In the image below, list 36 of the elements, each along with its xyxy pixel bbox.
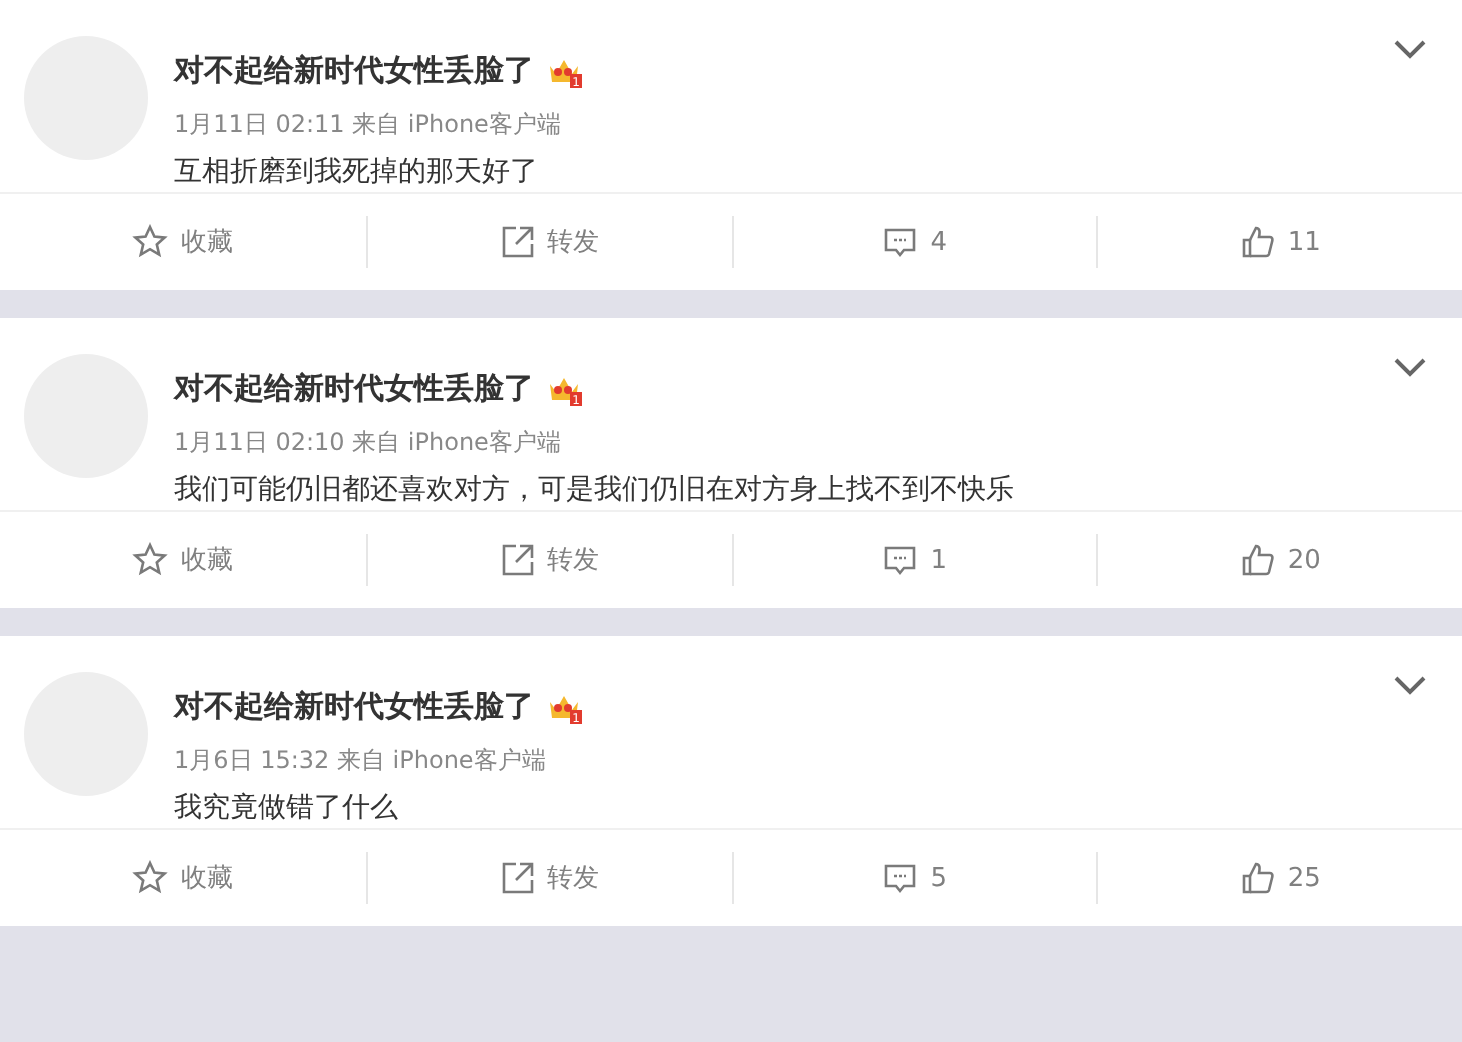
star-icon [132,542,169,578]
comment-button[interactable]: 4 [731,216,1097,268]
favorite-button[interactable]: 收藏 [0,534,366,586]
favorite-button[interactable]: 收藏 [0,216,366,268]
star-icon [132,224,169,260]
thumbs-up-icon [1239,224,1276,260]
comment-button[interactable]: 5 [731,852,1097,904]
share-icon [499,542,536,578]
thumbs-up-icon [1239,542,1276,578]
post-text: 我们可能仍旧都还喜欢对方，可是我们仍旧在对方身上找不到不快乐 [174,472,1014,508]
like-button[interactable]: 11 [1096,216,1462,268]
post-text: 互相折磨到我死掉的那天好了 [174,154,540,190]
repost-button[interactable]: 转发 [365,852,731,904]
chevron-down-icon[interactable] [1394,358,1426,378]
author-name[interactable]: 对不起给新时代女性丢脸了 [174,52,534,90]
comment-icon [882,224,919,260]
like-button[interactable]: 20 [1096,534,1462,586]
favorite-button[interactable]: 收藏 [0,852,366,904]
post-meta: 1月6日 15:32 来自 iPhone客户端 [174,744,548,778]
post-text: 我究竟做错了什么 [174,790,400,826]
comment-button[interactable]: 1 [731,534,1097,586]
comment-icon [882,542,919,578]
post-meta: 1月11日 02:10 来自 iPhone客户端 [174,426,563,460]
share-icon [499,224,536,260]
chevron-down-icon[interactable] [1394,676,1426,696]
chevron-down-icon[interactable] [1394,40,1426,60]
author-name[interactable]: 对不起给新时代女性丢脸了 [174,370,534,408]
author-name[interactable]: 对不起给新时代女性丢脸了 [174,688,534,726]
repost-button[interactable]: 转发 [365,216,731,268]
post-meta: 1月11日 02:11 来自 iPhone客户端 [174,108,563,142]
star-icon [132,860,169,896]
share-icon [499,860,536,896]
comment-icon [882,860,919,896]
like-button[interactable]: 25 [1096,852,1462,904]
thumbs-up-icon [1239,860,1276,896]
repost-button[interactable]: 转发 [365,534,731,586]
